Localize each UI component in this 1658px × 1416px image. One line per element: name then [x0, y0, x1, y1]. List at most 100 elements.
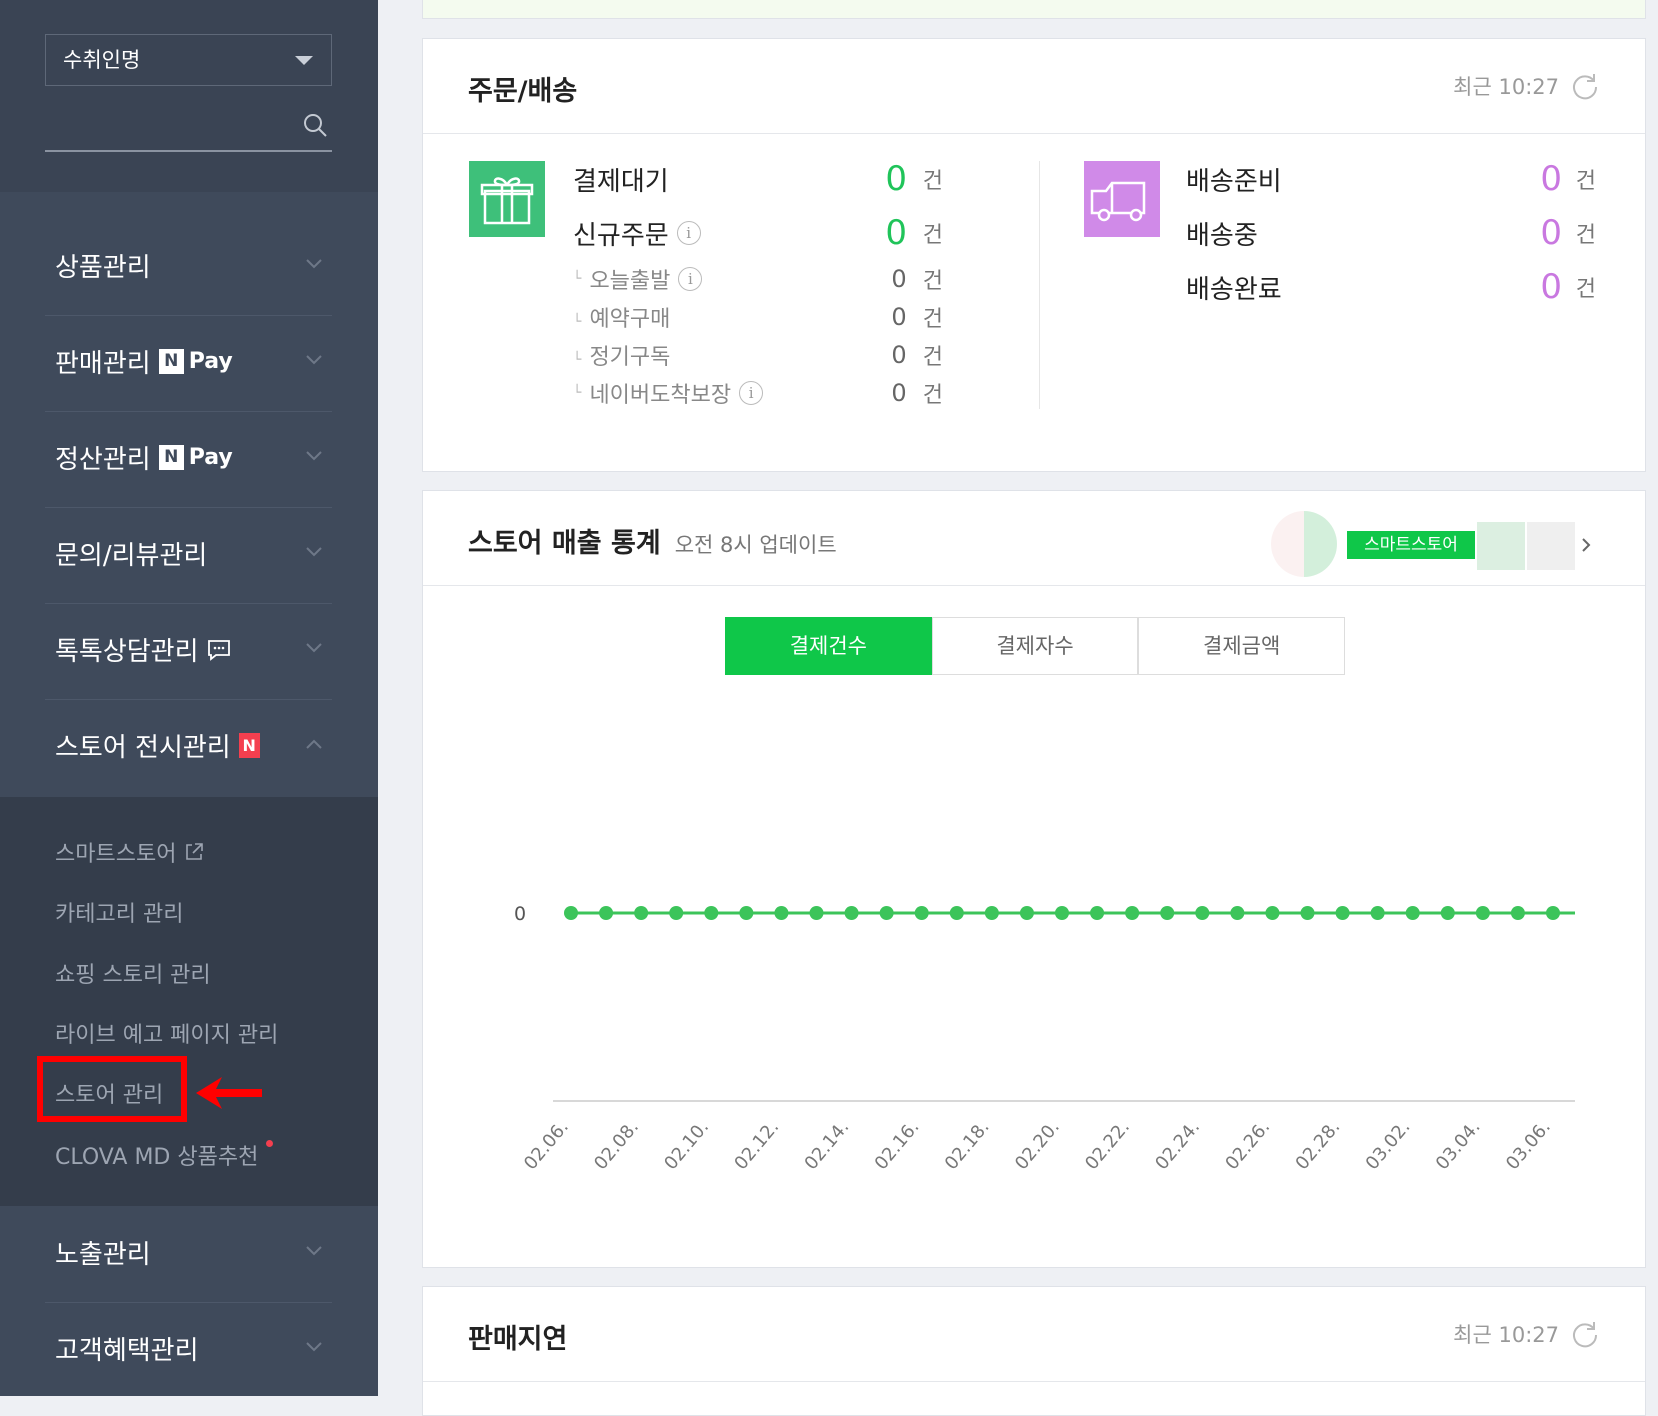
- top-banner: [422, 0, 1646, 19]
- data-point[interactable]: [1230, 906, 1245, 920]
- sidebar-item-settlement[interactable]: 정산관리 N Pay: [45, 411, 332, 508]
- delivery-row-done[interactable]: 배송완료 0 건: [1186, 267, 1596, 307]
- info-icon[interactable]: i: [676, 221, 701, 245]
- data-point[interactable]: [879, 906, 894, 920]
- y-tick-label: 0: [514, 903, 526, 925]
- chevron-right-icon[interactable]: [1581, 537, 1591, 553]
- sidebar-item-sales[interactable]: 판매관리 N Pay: [45, 315, 332, 412]
- data-point[interactable]: [1510, 906, 1525, 920]
- sidebar-item-label: 노출관리: [55, 1240, 151, 1270]
- sidebar-item-talktalk[interactable]: 톡톡상담관리: [45, 603, 332, 700]
- npay-n-icon: N: [158, 445, 184, 470]
- submenu-item-category[interactable]: 카테고리 관리: [55, 896, 183, 928]
- orders-card-header: 주문/배송 최근 10:27: [423, 39, 1645, 134]
- data-point[interactable]: [1475, 906, 1490, 920]
- delivery-row-prepare[interactable]: 배송준비 0 건: [1186, 159, 1596, 199]
- tab-payment-count[interactable]: 결제건수: [725, 617, 932, 675]
- chevron-down-icon: [306, 1342, 322, 1352]
- data-point[interactable]: [564, 906, 578, 920]
- sidebar-item-label: 문의/리뷰관리: [55, 541, 208, 571]
- data-point[interactable]: [669, 906, 684, 920]
- data-point[interactable]: [1265, 906, 1280, 920]
- order-row-today-ship[interactable]: └ 오늘출발 i 0 건: [573, 263, 943, 295]
- data-point[interactable]: [704, 906, 719, 920]
- stats-card-header: 스토어 매출 통계 오전 8시 업데이트 스마트스토어: [423, 491, 1645, 586]
- x-tick-label: 03.04.: [1432, 1117, 1485, 1174]
- data-point[interactable]: [774, 906, 789, 920]
- stats-title: 스토어 매출 통계 오전 8시 업데이트: [468, 528, 837, 559]
- data-point[interactable]: [984, 906, 999, 920]
- order-row-payment-wait[interactable]: 결제대기 0 건: [573, 159, 943, 199]
- data-point[interactable]: [634, 906, 649, 920]
- chevron-down-icon: [306, 643, 322, 653]
- tab-payment-amount[interactable]: 결제금액: [1138, 617, 1346, 675]
- submenu-item-shopping-story[interactable]: 쇼핑 스토리 관리: [55, 957, 211, 989]
- submenu-item-clova-md[interactable]: CLOVA MD 상품추천: [55, 1139, 274, 1171]
- order-row-reserve[interactable]: └ 예약구매 0 건: [573, 301, 943, 333]
- sidebar-item-label: 판매관리: [55, 349, 151, 379]
- data-point[interactable]: [1370, 906, 1385, 920]
- search-type-select[interactable]: 수취인명: [45, 34, 332, 86]
- truck-icon: [1084, 161, 1160, 237]
- data-point[interactable]: [1019, 906, 1034, 920]
- search-input[interactable]: [45, 100, 289, 150]
- delivery-row-shipping[interactable]: 배송중 0 건: [1186, 213, 1596, 253]
- arrow-left-icon: [196, 1077, 262, 1109]
- refresh-icon[interactable]: [1571, 1320, 1599, 1348]
- delivery-count: 0: [1540, 213, 1562, 253]
- sidebar-item-products[interactable]: 상품관리: [45, 219, 332, 316]
- sidebar-item-inquiry-review[interactable]: 문의/리뷰관리: [45, 507, 332, 604]
- x-tick-label: 02.20.: [1011, 1117, 1064, 1174]
- submenu-item-smartstore[interactable]: 스마트스토어: [55, 836, 204, 868]
- sidebar-item-customer-benefit[interactable]: 고객혜택관리: [45, 1302, 332, 1398]
- sidebar-item-exposure[interactable]: 노출관리: [45, 1206, 332, 1303]
- data-point[interactable]: [599, 906, 614, 920]
- caret-down-icon: [295, 56, 313, 65]
- data-point[interactable]: [1195, 906, 1210, 920]
- order-row-arrival-guarantee[interactable]: └ 네이버도착보장 i 0 건: [573, 377, 943, 409]
- chat-bubble-icon: [207, 639, 230, 661]
- order-count: 0: [891, 341, 907, 369]
- data-point[interactable]: [1055, 906, 1069, 920]
- data-point[interactable]: [1335, 906, 1350, 920]
- order-count: 0: [885, 213, 908, 253]
- search-icon[interactable]: [302, 112, 328, 138]
- search-field[interactable]: [45, 100, 332, 152]
- data-point[interactable]: [1405, 906, 1420, 920]
- tab-payer-count[interactable]: 결제자수: [931, 617, 1139, 675]
- new-dot: [266, 1139, 274, 1147]
- data-point[interactable]: [1125, 906, 1140, 920]
- order-count: 0: [891, 303, 907, 331]
- data-point[interactable]: [739, 906, 754, 920]
- order-row-new[interactable]: 신규주문 i 0 건: [573, 213, 943, 253]
- data-point[interactable]: [1546, 906, 1560, 920]
- sidebar-item-label: 상품관리: [55, 253, 151, 283]
- sidebar-item-label: 톡톡상담관리: [55, 637, 199, 667]
- orders-divider: [1039, 161, 1040, 409]
- delay-card-header: 판매지연 최근 10:27: [423, 1287, 1645, 1382]
- sidebar-item-store-display[interactable]: 스토어 전시관리 N: [45, 699, 332, 795]
- data-point[interactable]: [809, 906, 824, 920]
- sidebar: 수취인명 상품관리 판매관리 N Pay 정산관리 N Pay 문의/리뷰관리 톡톡…: [0, 0, 378, 1396]
- data-point[interactable]: [1440, 906, 1455, 920]
- orders-title: 주문/배송: [468, 76, 578, 107]
- data-point[interactable]: [1300, 906, 1315, 920]
- data-point[interactable]: [1090, 906, 1105, 920]
- chevron-up-icon: [306, 739, 322, 749]
- x-tick-label: 02.26.: [1221, 1117, 1274, 1174]
- store-display-submenu: 스마트스토어 카테고리 관리 쇼핑 스토리 관리 라이브 예고 페이지 관리 스…: [0, 797, 378, 1206]
- refresh-icon[interactable]: [1571, 72, 1599, 100]
- x-tick-label: 02.14.: [801, 1117, 854, 1174]
- data-point[interactable]: [1160, 906, 1175, 920]
- data-point[interactable]: [914, 906, 929, 920]
- store-tag[interactable]: 스마트스토어: [1347, 531, 1475, 559]
- info-icon[interactable]: i: [739, 381, 764, 405]
- submenu-item-live-preview[interactable]: 라이브 예고 페이지 관리: [55, 1017, 278, 1049]
- delay-title: 판매지연: [468, 1324, 568, 1355]
- order-row-subscription[interactable]: └ 정기구독 0 건: [573, 339, 943, 371]
- info-icon[interactable]: i: [678, 267, 703, 291]
- data-point[interactable]: [949, 906, 964, 920]
- store-selector[interactable]: 스마트스토어: [1271, 511, 1591, 577]
- data-point[interactable]: [844, 906, 859, 920]
- sidebar-item-label: 정산관리: [55, 445, 151, 475]
